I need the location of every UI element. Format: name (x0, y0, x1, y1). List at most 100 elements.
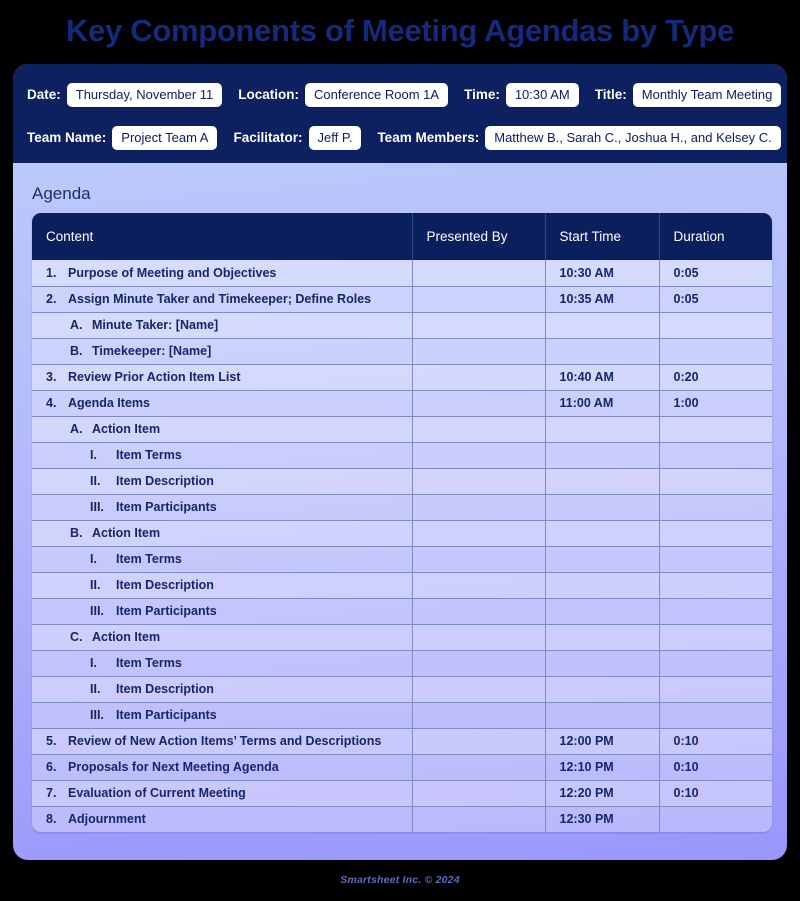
cell-duration[interactable]: 0:10 (659, 754, 772, 781)
team-name-value[interactable]: Project Team A (112, 126, 218, 150)
cell-duration[interactable]: 0:05 (659, 260, 772, 287)
cell-start-time[interactable] (545, 338, 660, 365)
cell-duration[interactable] (659, 312, 772, 339)
cell-content[interactable]: II. Item Description (32, 676, 413, 703)
cell-content[interactable]: II. Item Description (32, 572, 413, 599)
cell-presented-by[interactable] (412, 494, 546, 521)
cell-presented-by[interactable] (412, 754, 546, 781)
cell-start-time[interactable]: 12:10 PM (545, 754, 660, 781)
cell-presented-by[interactable] (412, 312, 546, 339)
cell-presented-by[interactable] (412, 598, 546, 625)
team-members-value[interactable]: Matthew B., Sarah C., Joshua H., and Kel… (485, 126, 781, 150)
cell-duration[interactable]: 0:10 (659, 780, 772, 807)
cell-content[interactable]: B. Action Item (32, 520, 413, 547)
cell-start-time[interactable] (545, 416, 660, 443)
cell-start-time[interactable] (545, 702, 660, 729)
table-row[interactable]: 1. Purpose of Meeting and Objectives 10:30… (32, 260, 772, 287)
cell-start-time[interactable] (545, 546, 660, 573)
cell-duration[interactable] (659, 338, 772, 365)
column-header-duration[interactable]: Duration (659, 213, 772, 260)
cell-content[interactable]: A. Minute Taker: [Name] (32, 312, 413, 339)
table-row[interactable]: III. Item Participants (32, 598, 772, 625)
table-row[interactable]: 2. Assign Minute Taker and Timekeeper; De… (32, 286, 772, 313)
cell-start-time[interactable] (545, 468, 660, 495)
cell-duration[interactable] (659, 650, 772, 677)
date-value[interactable]: Thursday, November 11 (66, 83, 223, 107)
cell-start-time[interactable]: 11:00 AM (545, 390, 660, 417)
cell-start-time[interactable] (545, 624, 660, 651)
location-value[interactable]: Conference Room 1A (305, 83, 449, 107)
cell-presented-by[interactable] (412, 702, 546, 729)
table-row[interactable]: B. Action Item (32, 520, 772, 547)
cell-duration[interactable] (659, 468, 772, 495)
cell-content[interactable]: 7. Evaluation of Current Meeting (32, 780, 413, 807)
table-row[interactable]: A. Action Item (32, 416, 772, 443)
cell-presented-by[interactable] (412, 520, 546, 547)
table-row[interactable]: II. Item Description (32, 676, 772, 703)
table-row[interactable]: 4. Agenda Items 11:00 AM 1:00 (32, 390, 772, 417)
table-row[interactable]: III. Item Participants (32, 494, 772, 521)
cell-content[interactable]: III. Item Participants (32, 702, 413, 729)
cell-duration[interactable] (659, 442, 772, 469)
cell-presented-by[interactable] (412, 442, 546, 469)
cell-presented-by[interactable] (412, 806, 546, 832)
cell-duration[interactable] (659, 416, 772, 443)
cell-content[interactable]: B. Timekeeper: [Name] (32, 338, 413, 365)
column-header-start-time[interactable]: Start Time (545, 213, 660, 260)
cell-content[interactable]: 4. Agenda Items (32, 390, 413, 417)
cell-duration[interactable] (659, 546, 772, 573)
cell-presented-by[interactable] (412, 650, 546, 677)
table-row[interactable]: I. Item Terms (32, 650, 772, 677)
cell-start-time[interactable] (545, 520, 660, 547)
table-row[interactable]: 7. Evaluation of Current Meeting 12:20 PM 0… (32, 780, 772, 807)
table-row[interactable]: A. Minute Taker: [Name] (32, 312, 772, 339)
cell-presented-by[interactable] (412, 286, 546, 313)
cell-presented-by[interactable] (412, 572, 546, 599)
table-row[interactable]: B. Timekeeper: [Name] (32, 338, 772, 365)
cell-duration[interactable] (659, 494, 772, 521)
cell-content[interactable]: III. Item Participants (32, 598, 413, 625)
cell-start-time[interactable] (545, 676, 660, 703)
column-header-content[interactable]: Content (32, 213, 413, 260)
cell-presented-by[interactable] (412, 416, 546, 443)
facilitator-value[interactable]: Jeff P. (308, 126, 362, 150)
cell-duration[interactable] (659, 598, 772, 625)
title-value[interactable]: Monthly Team Meeting (632, 83, 782, 107)
cell-start-time[interactable] (545, 572, 660, 599)
cell-start-time[interactable]: 10:40 AM (545, 364, 660, 391)
table-row[interactable]: 5. Review of New Action Items’ Terms and … (32, 728, 772, 755)
cell-presented-by[interactable] (412, 728, 546, 755)
cell-duration[interactable] (659, 702, 772, 729)
cell-start-time[interactable]: 10:35 AM (545, 286, 660, 313)
cell-start-time[interactable]: 10:30 AM (545, 260, 660, 287)
cell-start-time[interactable] (545, 494, 660, 521)
cell-presented-by[interactable] (412, 390, 546, 417)
cell-presented-by[interactable] (412, 676, 546, 703)
cell-start-time[interactable]: 12:20 PM (545, 780, 660, 807)
cell-content[interactable]: 8. Adjournment (32, 806, 413, 832)
cell-content[interactable]: A. Action Item (32, 416, 413, 443)
cell-content[interactable]: III. Item Participants (32, 494, 413, 521)
cell-duration[interactable]: 0:05 (659, 286, 772, 313)
cell-start-time[interactable] (545, 312, 660, 339)
time-value[interactable]: 10:30 AM (505, 83, 579, 107)
cell-content[interactable]: II. Item Description (32, 468, 413, 495)
cell-content[interactable]: I. Item Terms (32, 546, 413, 573)
table-row[interactable]: I. Item Terms (32, 546, 772, 573)
cell-start-time[interactable]: 12:30 PM (545, 806, 660, 832)
cell-content[interactable]: 5. Review of New Action Items’ Terms and … (32, 728, 413, 755)
cell-presented-by[interactable] (412, 624, 546, 651)
cell-presented-by[interactable] (412, 260, 546, 287)
cell-content[interactable]: 6. Proposals for Next Meeting Agenda (32, 754, 413, 781)
cell-duration[interactable]: 0:20 (659, 364, 772, 391)
column-header-presented-by[interactable]: Presented By (412, 213, 546, 260)
table-row[interactable]: 6. Proposals for Next Meeting Agenda 12:10… (32, 754, 772, 781)
table-row[interactable]: C. Action Item (32, 624, 772, 651)
cell-duration[interactable] (659, 624, 772, 651)
cell-presented-by[interactable] (412, 780, 546, 807)
cell-content[interactable]: 3. Review Prior Action Item List (32, 364, 413, 391)
cell-content[interactable]: I. Item Terms (32, 650, 413, 677)
table-row[interactable]: III. Item Participants (32, 702, 772, 729)
cell-presented-by[interactable] (412, 338, 546, 365)
cell-start-time[interactable] (545, 442, 660, 469)
